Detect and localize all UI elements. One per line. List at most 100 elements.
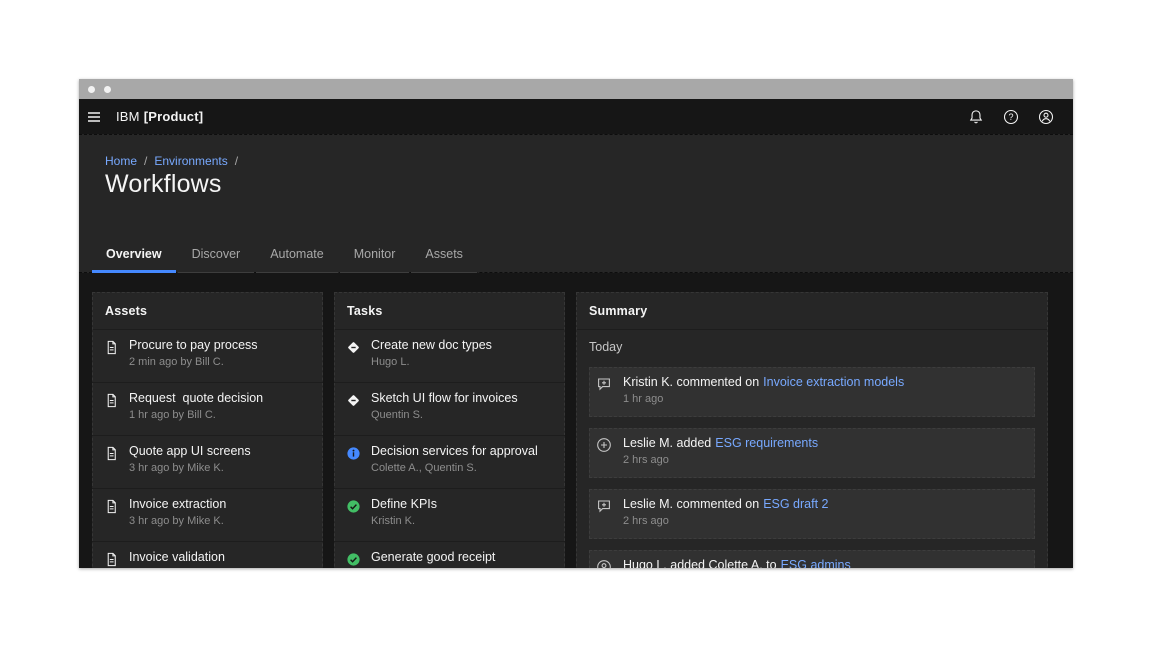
task-title: Decision services for approval	[371, 444, 559, 459]
asset-title: Procure to pay process	[129, 338, 317, 353]
asset-title: Invoice validation	[129, 550, 317, 565]
task-row[interactable]: Define KPIs Kristin K.	[334, 489, 565, 542]
brand-product: [Product]	[144, 109, 204, 124]
document-icon	[104, 393, 119, 408]
activity-row: Leslie M. added ESG requirements 2 hrs ag…	[589, 428, 1035, 478]
tab-assets[interactable]: Assets	[411, 239, 477, 273]
window-control-dot[interactable]	[104, 86, 111, 93]
add-circle-icon	[596, 437, 612, 453]
summary-body: Today Kristin K. commented onInvoice ext…	[576, 340, 1048, 568]
activity-timestamp: 2 hrs ago	[623, 454, 669, 466]
task-title: Sketch UI flow for invoices	[371, 391, 559, 406]
activity-link[interactable]: ESG requirements	[715, 436, 818, 450]
status-info-icon	[346, 446, 361, 461]
tasks-panel-title: Tasks	[334, 292, 565, 330]
asset-row[interactable]: Request quote decision 1 hr ago by Bill C…	[92, 383, 323, 436]
document-icon	[104, 552, 119, 567]
summary-group-label: Today	[589, 340, 1035, 354]
task-row[interactable]: Create new doc types Hugo L.	[334, 330, 565, 383]
asset-row-text: Quote app UI screens3 hr ago by Mike K.	[129, 444, 317, 475]
activity-row: Hugo L. added Colette A. to ESG admins	[589, 550, 1035, 568]
tab-monitor[interactable]: Monitor	[340, 239, 410, 273]
activity-link[interactable]: ESG draft 2	[763, 497, 828, 511]
status-undefined-icon	[346, 393, 361, 408]
add-comment-icon	[596, 498, 612, 514]
document-icon	[104, 446, 119, 461]
breadcrumb-home[interactable]: Home	[105, 154, 137, 168]
task-row[interactable]: Decision services for approval Colette A.…	[334, 436, 565, 489]
activity-row: Kristin K. commented onInvoice extractio…	[589, 367, 1035, 417]
window-control-dot[interactable]	[88, 86, 95, 93]
activity-text: Leslie M. added ESG requirements	[623, 436, 818, 451]
asset-meta: 3 hr ago by Mike K.	[129, 462, 317, 475]
task-row-text: Decision services for approval Colette A.…	[371, 444, 559, 475]
page-title: Workflows	[105, 170, 222, 199]
asset-meta: 3 hr ago by Mike K.	[129, 515, 317, 528]
document-icon	[104, 340, 119, 355]
tab-discover[interactable]: Discover	[178, 239, 255, 273]
status-undefined-icon	[346, 340, 361, 355]
task-row[interactable]: Generate good receipt	[334, 542, 565, 568]
app-window: IBM [Product] ? Home / Environments / Wor…	[79, 79, 1073, 568]
asset-meta: 1 hr ago by Bill C.	[129, 409, 317, 422]
activity-message: Leslie M. commented on	[623, 497, 759, 511]
activity-row: Leslie M. commented on ESG draft 2 2 hrs …	[589, 489, 1035, 539]
asset-row[interactable]: Quote app UI screens3 hr ago by Mike K.	[92, 436, 323, 489]
top-nav-actions: ?	[958, 99, 1073, 134]
asset-row[interactable]: Procure to pay process2 min ago by Bill …	[92, 330, 323, 383]
task-title: Generate good receipt	[371, 550, 559, 565]
task-row-text: Define KPIs Kristin K.	[371, 497, 559, 528]
activity-timestamp: 1 hr ago	[623, 393, 663, 405]
menu-icon[interactable]	[79, 99, 109, 134]
page-header: Home / Environments / Workflows Overview…	[79, 134, 1073, 273]
activity-timestamp: 2 hrs ago	[623, 515, 669, 527]
help-icon[interactable]: ?	[993, 99, 1028, 134]
activity-message: Leslie M. added	[623, 436, 711, 450]
brand: IBM [Product]	[116, 109, 203, 124]
activity-message: Hugo L. added Colette A. to	[623, 558, 777, 568]
status-complete-icon	[346, 552, 361, 567]
task-row-text: Sketch UI flow for invoicesQuentin S.	[371, 391, 559, 422]
activity-text: Kristin K. commented onInvoice extractio…	[623, 375, 904, 390]
user-avatar-icon[interactable]	[1028, 99, 1063, 134]
status-complete-icon	[346, 499, 361, 514]
task-row-text: Generate good receipt	[371, 550, 559, 568]
assets-panel-title: Assets	[92, 292, 323, 330]
asset-title: Request quote decision	[129, 391, 317, 406]
tab-automate[interactable]: Automate	[256, 239, 338, 273]
top-nav: IBM [Product] ?	[79, 99, 1073, 134]
add-comment-icon	[596, 376, 612, 392]
breadcrumb-environments[interactable]: Environments	[154, 154, 227, 168]
task-assignees: Hugo L.	[371, 356, 559, 369]
breadcrumb: Home / Environments /	[105, 154, 245, 168]
activity-text: Hugo L. added Colette A. to ESG admins	[623, 558, 851, 568]
task-title: Define KPIs	[371, 497, 559, 512]
task-assignees: Kristin K.	[371, 515, 559, 528]
asset-row-text: Invoice validation	[129, 550, 317, 568]
task-row-text: Create new doc types Hugo L.	[371, 338, 559, 369]
asset-row-text: Procure to pay process2 min ago by Bill …	[129, 338, 317, 369]
task-assignees: Colette A., Quentin S.	[371, 462, 559, 475]
svg-text:?: ?	[1008, 112, 1013, 122]
activity-text: Leslie M. commented on ESG draft 2	[623, 497, 829, 512]
tasks-panel: Tasks Create new doc types Hugo L. Sketch…	[334, 292, 565, 568]
activity-link[interactable]: Invoice extraction models	[763, 375, 904, 389]
assets-panel: Assets Procure to pay process2 min ago b…	[92, 292, 323, 568]
document-icon	[104, 499, 119, 514]
summary-panel: Summary Today Kristin K. commented onInv…	[576, 292, 1048, 568]
notification-bell-icon[interactable]	[958, 99, 993, 134]
task-title: Create new doc types	[371, 338, 559, 353]
asset-row[interactable]: Invoice extraction3 hr ago by Mike K.	[92, 489, 323, 542]
breadcrumb-separator: /	[144, 154, 147, 168]
asset-row-text: Request quote decision 1 hr ago by Bill C…	[129, 391, 317, 422]
brand-prefix: IBM	[116, 109, 140, 124]
user-circle-icon	[596, 559, 612, 568]
activity-link[interactable]: ESG admins	[781, 558, 851, 568]
tab-bar: Overview Discover Automate Monitor Asset…	[92, 239, 477, 273]
breadcrumb-separator: /	[235, 154, 238, 168]
asset-row-text: Invoice extraction3 hr ago by Mike K.	[129, 497, 317, 528]
task-row[interactable]: Sketch UI flow for invoicesQuentin S.	[334, 383, 565, 436]
window-titlebar	[79, 79, 1073, 99]
tab-overview[interactable]: Overview	[92, 239, 176, 273]
asset-row[interactable]: Invoice validation	[92, 542, 323, 568]
